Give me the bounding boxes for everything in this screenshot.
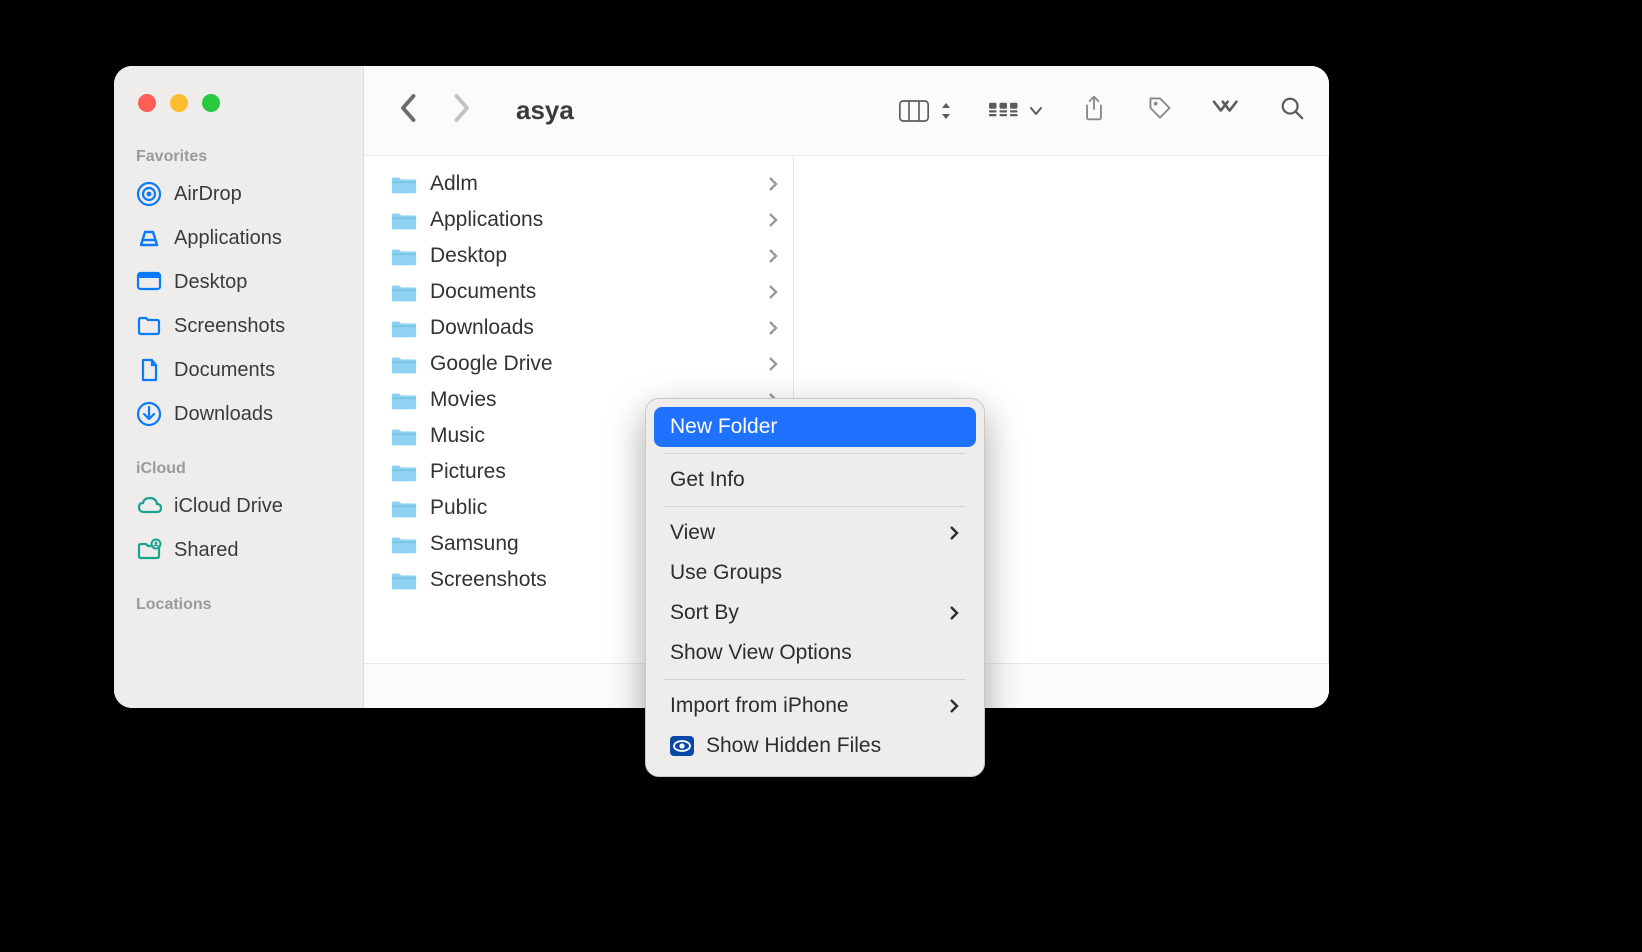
eye-icon: [670, 736, 694, 756]
zoom-button[interactable]: [202, 94, 220, 112]
file-row[interactable]: Google Drive: [364, 346, 793, 382]
documents-icon: [136, 357, 162, 383]
forward-button[interactable]: [450, 93, 472, 128]
folder-icon: [390, 245, 418, 267]
chevron-right-icon: [767, 356, 779, 372]
sidebar-item-label: iCloud Drive: [174, 496, 283, 516]
folder-icon: [390, 353, 418, 375]
share-button[interactable]: [1079, 95, 1109, 126]
chevron-right-icon: [948, 525, 960, 541]
context-menu-item-label: Sort By: [670, 601, 739, 625]
file-row[interactable]: Documents: [364, 274, 793, 310]
chevron-right-icon: [767, 320, 779, 336]
file-name: Downloads: [430, 316, 755, 340]
desktop-icon: [136, 269, 162, 295]
context-menu-item-label: Show View Options: [670, 641, 852, 665]
shared-icon: [136, 537, 162, 563]
context-menu-item-get-info[interactable]: Get Info: [654, 460, 976, 500]
context-menu-separator: [664, 506, 966, 507]
folder-icon: [390, 281, 418, 303]
sidebar-item-desktop[interactable]: Desktop: [114, 260, 363, 304]
chevron-right-icon: [948, 698, 960, 714]
folder-icon: [390, 317, 418, 339]
context-menu-item-label: Show Hidden Files: [706, 734, 881, 758]
folder-icon: [390, 173, 418, 195]
tags-button[interactable]: [1145, 95, 1175, 126]
folder-icon: [390, 209, 418, 231]
file-name: Google Drive: [430, 352, 755, 376]
context-menu-item-label: New Folder: [670, 415, 777, 439]
folder-icon: [390, 425, 418, 447]
chevron-right-icon: [767, 176, 779, 192]
icloud-icon: [136, 493, 162, 519]
search-button[interactable]: [1277, 95, 1307, 126]
view-options-button[interactable]: [989, 98, 1043, 124]
sidebar-item-screenshots[interactable]: Screenshots: [114, 304, 363, 348]
context-menu-item-label: Use Groups: [670, 561, 782, 585]
folder-icon: [390, 533, 418, 555]
context-menu-item-show-hidden-files[interactable]: Show Hidden Files: [654, 726, 976, 766]
file-name: Applications: [430, 208, 755, 232]
chevron-right-icon: [767, 248, 779, 264]
sidebar-section-header: iCloud: [114, 452, 363, 484]
overflow-button[interactable]: [1211, 95, 1241, 126]
folder-icon: [390, 569, 418, 591]
downloads-icon: [136, 401, 162, 427]
context-menu-item-label: View: [670, 521, 715, 545]
context-menu-item-sort-by[interactable]: Sort By: [654, 593, 976, 633]
sidebar: Favorites AirDrop Applications Desktop Scree…: [114, 66, 364, 708]
back-button[interactable]: [398, 93, 420, 128]
sidebar-item-label: Documents: [174, 360, 275, 380]
file-name: Adlm: [430, 172, 755, 196]
chevron-right-icon: [767, 212, 779, 228]
sidebar-item-label: Downloads: [174, 404, 273, 424]
context-menu-item-import-from-iphone[interactable]: Import from iPhone: [654, 686, 976, 726]
sidebar-item-applications[interactable]: Applications: [114, 216, 363, 260]
sidebar-item-label: AirDrop: [174, 184, 242, 204]
file-row[interactable]: Downloads: [364, 310, 793, 346]
toolbar: asya: [364, 66, 1329, 156]
chevron-right-icon: [948, 605, 960, 621]
folder-icon: [390, 461, 418, 483]
context-menu: New Folder Get Info View Use Groups Sort By S…: [645, 398, 985, 777]
folder-icon: [390, 497, 418, 519]
sidebar-item-label: Shared: [174, 540, 239, 560]
sidebar-item-label: Screenshots: [174, 316, 285, 336]
sidebar-section-header: Favorites: [114, 140, 363, 172]
folder-icon: [136, 313, 162, 339]
file-name: Documents: [430, 280, 755, 304]
window-title: asya: [516, 95, 879, 126]
file-row[interactable]: Desktop: [364, 238, 793, 274]
file-row[interactable]: Applications: [364, 202, 793, 238]
sidebar-item-shared[interactable]: Shared: [114, 528, 363, 572]
sidebar-item-label: Desktop: [174, 272, 247, 292]
sidebar-item-downloads[interactable]: Downloads: [114, 392, 363, 436]
sidebar-item-icloud-drive[interactable]: iCloud Drive: [114, 484, 363, 528]
folder-icon: [390, 389, 418, 411]
context-menu-separator: [664, 453, 966, 454]
airdrop-icon: [136, 181, 162, 207]
sidebar-section-header: Locations: [114, 588, 363, 620]
context-menu-item-new-folder[interactable]: New Folder: [654, 407, 976, 447]
context-menu-item-label: Get Info: [670, 468, 745, 492]
file-name: Desktop: [430, 244, 755, 268]
context-menu-separator: [664, 679, 966, 680]
chevron-right-icon: [767, 284, 779, 300]
sidebar-item-documents[interactable]: Documents: [114, 348, 363, 392]
sidebar-item-label: Applications: [174, 228, 282, 248]
file-row[interactable]: Adlm: [364, 166, 793, 202]
sidebar-item-airdrop[interactable]: AirDrop: [114, 172, 363, 216]
context-menu-item-show-view-options[interactable]: Show View Options: [654, 633, 976, 673]
context-menu-item-view[interactable]: View: [654, 513, 976, 553]
window-controls: [114, 94, 363, 112]
context-menu-item-use-groups[interactable]: Use Groups: [654, 553, 976, 593]
applications-icon: [136, 225, 162, 251]
minimize-button[interactable]: [170, 94, 188, 112]
close-button[interactable]: [138, 94, 156, 112]
context-menu-item-label: Import from iPhone: [670, 694, 849, 718]
columns-view-button[interactable]: [899, 98, 953, 124]
